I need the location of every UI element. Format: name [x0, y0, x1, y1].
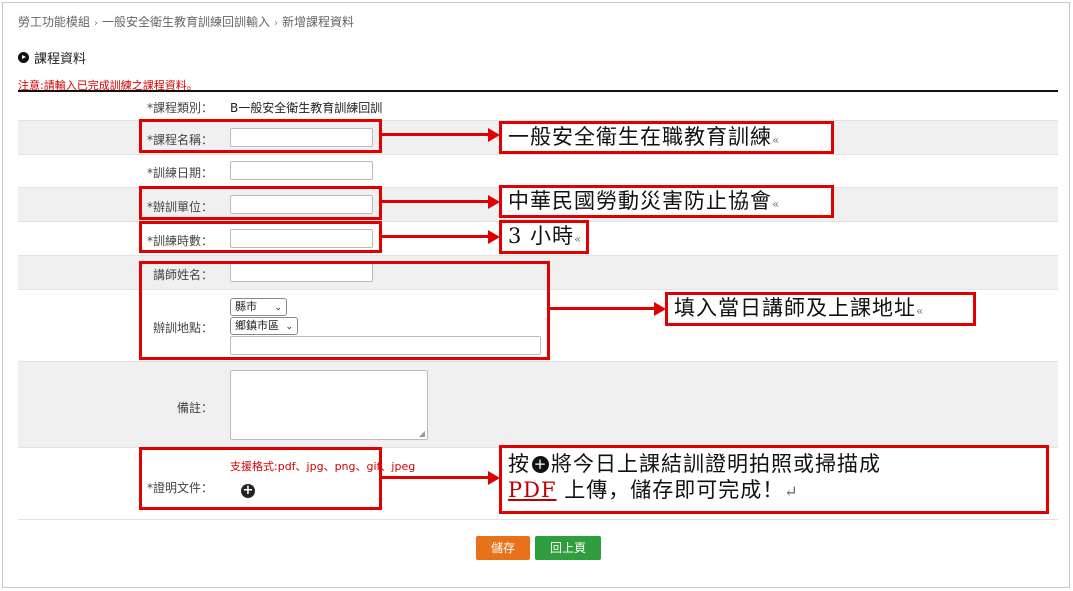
breadcrumb-separator: ›: [274, 18, 279, 29]
arrow-line: [550, 307, 656, 310]
callout-instructor-location-text: 填入當日講師及上課地址: [674, 296, 916, 320]
highlight-box-course-name: [139, 119, 382, 153]
callout-upload-line1: 按 + 將今日上課結訓證明拍照或掃描成: [508, 451, 1046, 477]
arrow-line: [382, 235, 490, 238]
callout-hours: 3 小時«: [499, 220, 589, 254]
section-title: 課程資料: [18, 48, 86, 67]
arrow-line: [382, 200, 490, 203]
arrow-line: [382, 476, 490, 479]
circle-plus-icon: +: [532, 455, 549, 473]
callout-upload-line2-rest: 上傳，儲存即可完成！: [556, 478, 785, 502]
save-button[interactable]: 儲存: [476, 536, 530, 560]
callout-upload-line1-before: 按: [508, 452, 530, 476]
callout-upload-instructions: 按 + 將今日上課結訓證明拍照或掃描成 PDF 上傳，儲存即可完成！↵: [499, 445, 1049, 514]
breadcrumb-item-current: 新增課程資料: [282, 15, 355, 29]
training-date-label: *訓練日期：: [146, 166, 213, 180]
highlight-box-organizer: [139, 186, 382, 220]
callout-upload-line2: PDF 上傳，儲存即可完成！↵: [508, 477, 1046, 505]
callout-hours-text: 3 小時: [508, 224, 575, 248]
back-button[interactable]: 回上頁: [535, 536, 601, 560]
callout-instructor-location: 填入當日講師及上課地址«: [665, 292, 976, 326]
row-course-type: *課程類別： B一般安全衛生教育訓練回訓: [18, 92, 1058, 121]
arrow-line: [382, 133, 490, 136]
paragraph-mark: ↵: [784, 482, 799, 501]
circle-play-icon: [18, 52, 29, 63]
callout-course-name: 一般安全衛生在職教育訓練«: [499, 121, 834, 154]
callout-upload-pdf: PDF: [508, 478, 557, 502]
callout-course-name-text: 一般安全衛生在職教育訓練: [508, 125, 772, 149]
breadcrumb-item-retraining[interactable]: 一般安全衛生教育訓練回訓輸入: [102, 15, 270, 29]
callout-upload-line1-after: 將今日上課結訓證明拍照或掃描成: [551, 452, 881, 476]
resize-grip-icon[interactable]: ◢: [419, 429, 425, 438]
end-mark: «: [772, 197, 781, 211]
row-remarks: 備註： ◢: [18, 362, 1058, 448]
remarks-label: 備註：: [176, 401, 213, 415]
end-mark: «: [916, 304, 925, 318]
section-title-text: 課程資料: [34, 52, 87, 67]
breadcrumb: 勞工功能模組 › 一般安全衛生教育訓練回訓輸入 › 新增課程資料: [18, 13, 354, 30]
callout-organizer-text: 中華民國勞動災害防止協會: [508, 189, 772, 213]
breadcrumb-item-labor-module[interactable]: 勞工功能模組: [18, 15, 90, 29]
course-type-value: B一般安全衛生教育訓練回訓: [230, 101, 383, 115]
row-training-date: *訓練日期：: [18, 155, 1058, 188]
highlight-box-hours: [139, 221, 382, 253]
end-mark: «: [772, 133, 781, 147]
training-date-input[interactable]: [230, 161, 373, 180]
breadcrumb-separator: ›: [94, 18, 99, 29]
end-mark: «: [574, 232, 583, 246]
callout-organizer: 中華民國勞動災害防止協會«: [499, 185, 834, 218]
highlight-box-certificate: [139, 447, 382, 510]
highlight-box-instructor-location: [139, 261, 550, 360]
remarks-textarea[interactable]: ◢: [230, 370, 428, 440]
course-type-label: *課程類別：: [146, 101, 213, 115]
